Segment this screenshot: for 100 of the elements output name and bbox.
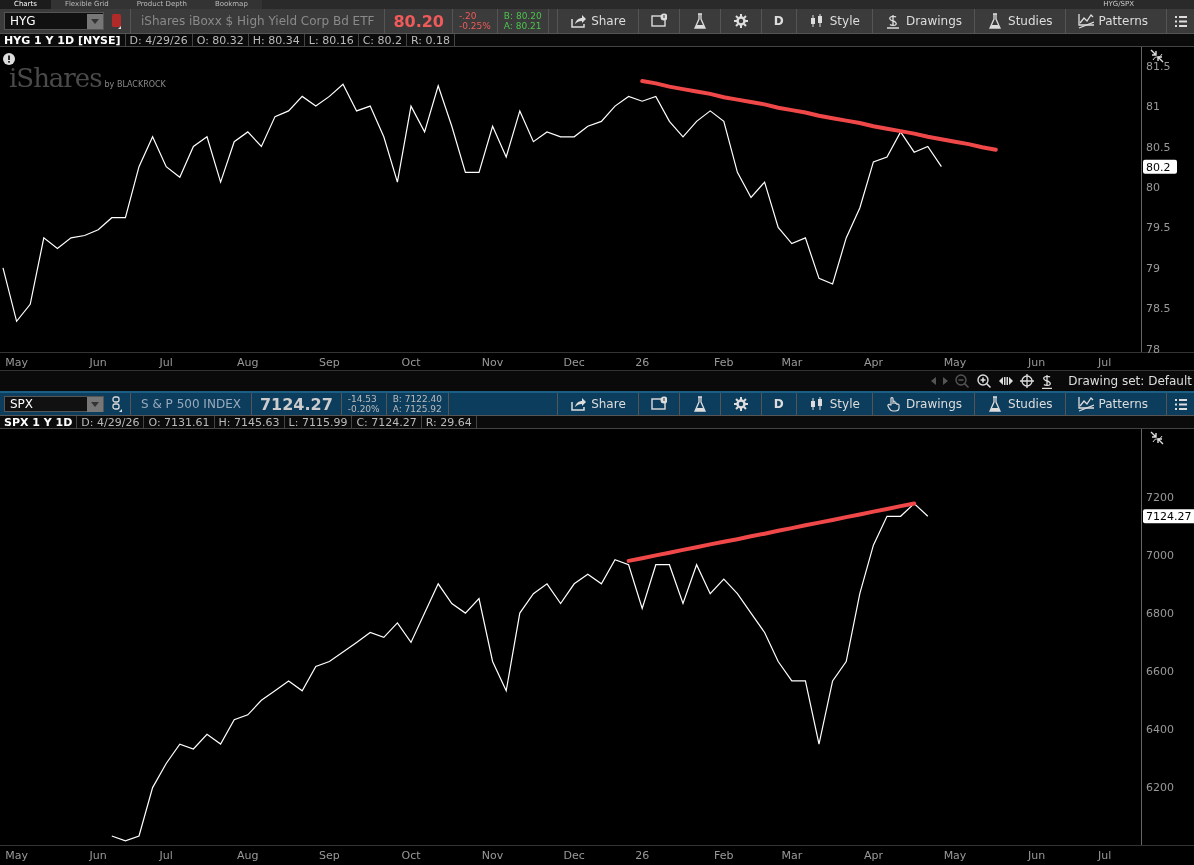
last-price: 80.20 bbox=[385, 9, 453, 33]
axis-label: 80 bbox=[1146, 180, 1160, 194]
collapse-icon[interactable] bbox=[1150, 49, 1164, 63]
ohlc-value: R: 29.64 bbox=[421, 416, 477, 428]
chart-title: HYG 1 Y 1D [NYSE] bbox=[0, 34, 126, 46]
axis-label: 7000 bbox=[1146, 548, 1174, 562]
axis-label: Jun bbox=[1028, 849, 1046, 862]
ohlc-value: D: 4/29/26 bbox=[125, 34, 193, 46]
axis-label: May bbox=[943, 849, 967, 862]
axis-label: Oct bbox=[401, 849, 421, 862]
settings-icon bbox=[732, 13, 749, 29]
ask-price: A: 80.21 bbox=[503, 21, 542, 31]
price-tag: 80.2 bbox=[1143, 159, 1177, 174]
flask-icon bbox=[987, 396, 1004, 412]
hand-pointer-icon bbox=[884, 396, 901, 412]
axis-label: Mar bbox=[781, 849, 803, 862]
axis-label: May bbox=[5, 356, 28, 369]
chart-title: SPX 1 Y 1D bbox=[0, 416, 78, 428]
candlestick-icon bbox=[808, 13, 825, 29]
zoom-in-icon[interactable] bbox=[977, 373, 993, 389]
crosshair-icon[interactable] bbox=[1020, 374, 1035, 388]
toolbar-button[interactable]: D bbox=[760, 9, 796, 33]
scroll-right-icon[interactable] bbox=[943, 377, 949, 385]
collapse-icon[interactable] bbox=[1150, 431, 1164, 445]
caret-icon[interactable] bbox=[91, 401, 99, 407]
symbol-description: S & P 500 INDEX bbox=[130, 393, 252, 415]
axis-label: 79.5 bbox=[1146, 221, 1171, 235]
alert-icon[interactable] bbox=[3, 53, 15, 65]
symbol-field[interactable]: SPX bbox=[4, 396, 104, 412]
trend-line[interactable] bbox=[626, 501, 917, 563]
toolbar-button[interactable]: Studies bbox=[974, 393, 1065, 415]
ohlc-value: O: 7131.61 bbox=[144, 416, 215, 428]
trend-line[interactable] bbox=[640, 79, 998, 152]
axis-label: 78 bbox=[1146, 342, 1160, 356]
chain-link-icon[interactable] bbox=[112, 396, 122, 412]
scroll-left-icon[interactable] bbox=[931, 377, 937, 385]
settings-icon bbox=[732, 396, 749, 412]
link-icon[interactable] bbox=[112, 13, 121, 29]
price-tag: 7124.27 bbox=[1143, 509, 1194, 524]
symbol-description: iShares iBoxx $ High Yield Corp Bd ETF bbox=[130, 9, 386, 33]
ask-price: A: 7125.92 bbox=[392, 404, 442, 414]
axis-label: Jul bbox=[159, 356, 173, 369]
drawing-set-label[interactable]: Drawing set: Default bbox=[1068, 374, 1192, 388]
symbol-field[interactable]: HYG bbox=[4, 12, 104, 30]
toolbar-button[interactable]: Patterns bbox=[1064, 9, 1160, 33]
axis-label: Jul bbox=[159, 849, 173, 862]
toolbar-button[interactable]: Drawings bbox=[871, 393, 975, 415]
ohlc-value: L: 7115.99 bbox=[284, 416, 353, 428]
pattern-chart-icon bbox=[1077, 13, 1094, 29]
percent-change: -0.20% bbox=[347, 404, 380, 414]
axis-label: 6400 bbox=[1146, 722, 1174, 736]
axis-label: Jun bbox=[89, 356, 107, 369]
axis-label: Dec bbox=[563, 356, 585, 369]
alert-icon bbox=[650, 13, 667, 29]
logo-text: iShares bbox=[9, 63, 102, 93]
axis-label: Feb bbox=[714, 849, 734, 862]
menu-icon[interactable] bbox=[1174, 15, 1187, 27]
ohlc-value: O: 80.32 bbox=[192, 34, 249, 46]
axis-label: Apr bbox=[863, 356, 883, 369]
flask-icon bbox=[691, 396, 708, 412]
toolbar-button[interactable]: Share bbox=[557, 9, 638, 33]
pattern-chart-icon bbox=[1077, 396, 1094, 412]
axis-label: Oct bbox=[401, 356, 421, 369]
axis-label: Jul bbox=[1097, 849, 1112, 862]
candlestick-icon bbox=[808, 396, 825, 412]
toolbar-button[interactable]: Style bbox=[795, 9, 872, 33]
axis-label: Nov bbox=[481, 356, 504, 369]
axis-label: Sep bbox=[319, 356, 340, 369]
axis-label: 80.5 bbox=[1146, 140, 1171, 154]
axis-label: 6200 bbox=[1146, 780, 1174, 794]
axis-label: Apr bbox=[863, 849, 883, 862]
percent-change: -0.25% bbox=[459, 21, 491, 31]
flask-icon bbox=[987, 13, 1004, 29]
axis-label: 81.5 bbox=[1146, 59, 1171, 73]
zoom-out-icon[interactable] bbox=[955, 373, 971, 389]
toolbar-button[interactable]: Style bbox=[795, 393, 872, 415]
dollar-icon bbox=[884, 13, 901, 29]
alert-icon bbox=[650, 396, 667, 412]
axis-label: Aug bbox=[237, 356, 259, 369]
dollar-icon[interactable] bbox=[1041, 373, 1054, 389]
toolbar-button[interactable]: Drawings bbox=[871, 9, 975, 33]
menu-icon[interactable] bbox=[1174, 398, 1187, 410]
logo-text: by BLACKROCK bbox=[104, 80, 166, 89]
toolbar-button[interactable]: Patterns bbox=[1064, 393, 1160, 415]
ohlc-value: H: 7145.63 bbox=[214, 416, 285, 428]
axis-label: 78.5 bbox=[1146, 302, 1171, 316]
share-icon bbox=[570, 13, 587, 29]
axis-label: Feb bbox=[714, 356, 734, 369]
toolbar-button[interactable]: Studies bbox=[974, 9, 1065, 33]
axis-label: Nov bbox=[481, 849, 504, 862]
caret-icon[interactable] bbox=[91, 18, 99, 24]
axis-label: 6600 bbox=[1146, 664, 1174, 678]
toolbar-button[interactable]: D bbox=[760, 393, 796, 415]
axis-label: 6800 bbox=[1146, 606, 1174, 620]
toolbar-button[interactable]: Share bbox=[557, 393, 638, 415]
axis-label: 26 bbox=[635, 356, 650, 369]
axis-label: 81 bbox=[1146, 100, 1160, 114]
pan-icon[interactable] bbox=[999, 376, 1014, 386]
ohlc-value: C: 7124.27 bbox=[352, 416, 422, 428]
axis-label: 26 bbox=[635, 849, 650, 862]
